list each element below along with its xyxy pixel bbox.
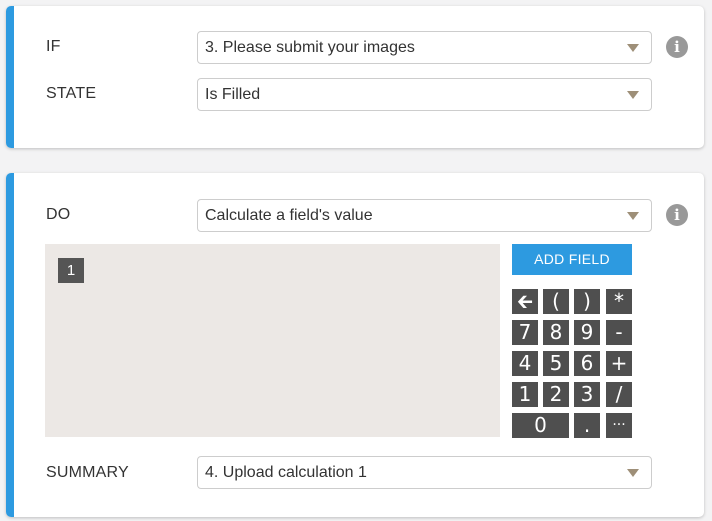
- more-options-key[interactable]: ···: [606, 413, 632, 438]
- key-3[interactable]: 3: [574, 382, 600, 407]
- condition-card: IF 3. Please submit your images i STATE …: [6, 6, 704, 148]
- chevron-down-icon: [627, 44, 639, 52]
- if-field-select[interactable]: 3. Please submit your images: [197, 31, 652, 64]
- state-value: Is Filled: [205, 86, 261, 103]
- close-paren-key[interactable]: ): [574, 289, 600, 314]
- state-select[interactable]: Is Filled: [197, 78, 652, 111]
- info-icon[interactable]: i: [666, 36, 688, 58]
- summary-value: 4. Upload calculation 1: [205, 464, 367, 481]
- add-field-button[interactable]: ADD FIELD: [512, 244, 632, 275]
- summary-select[interactable]: 4. Upload calculation 1: [197, 456, 652, 489]
- key-4[interactable]: 4: [512, 351, 538, 376]
- state-label: STATE: [46, 85, 97, 102]
- key-9[interactable]: 9: [574, 320, 600, 345]
- line-number-badge: 1: [58, 258, 84, 283]
- chevron-down-icon: [627, 469, 639, 477]
- do-action-value: Calculate a field's value: [205, 207, 373, 224]
- action-card: DO Calculate a field's value i 1 ADD FIE…: [6, 173, 704, 517]
- multiply-key[interactable]: *: [606, 289, 632, 314]
- key-7[interactable]: 7: [512, 320, 538, 345]
- key-2[interactable]: 2: [543, 382, 569, 407]
- chevron-down-icon: [627, 212, 639, 220]
- if-field-value: 3. Please submit your images: [205, 39, 415, 56]
- key-5[interactable]: 5: [543, 351, 569, 376]
- backspace-key[interactable]: 🡰: [512, 289, 538, 314]
- divide-key[interactable]: /: [606, 382, 632, 407]
- key-6[interactable]: 6: [574, 351, 600, 376]
- plus-key[interactable]: +: [606, 351, 632, 376]
- if-label: IF: [46, 38, 61, 55]
- open-paren-key[interactable]: (: [543, 289, 569, 314]
- card-accent-bar: [6, 173, 14, 517]
- key-8[interactable]: 8: [543, 320, 569, 345]
- arrow-left-icon: 🡰: [516, 289, 534, 313]
- minus-key[interactable]: -: [606, 320, 632, 345]
- key-0[interactable]: 0: [512, 413, 569, 438]
- chevron-down-icon: [627, 91, 639, 99]
- key-1[interactable]: 1: [512, 382, 538, 407]
- decimal-key[interactable]: .: [574, 413, 600, 438]
- do-action-select[interactable]: Calculate a field's value: [197, 199, 652, 232]
- calculation-editor[interactable]: 1: [45, 244, 500, 437]
- card-accent-bar: [6, 6, 14, 148]
- do-label: DO: [46, 206, 71, 223]
- summary-label: SUMMARY: [46, 464, 129, 481]
- info-icon[interactable]: i: [666, 204, 688, 226]
